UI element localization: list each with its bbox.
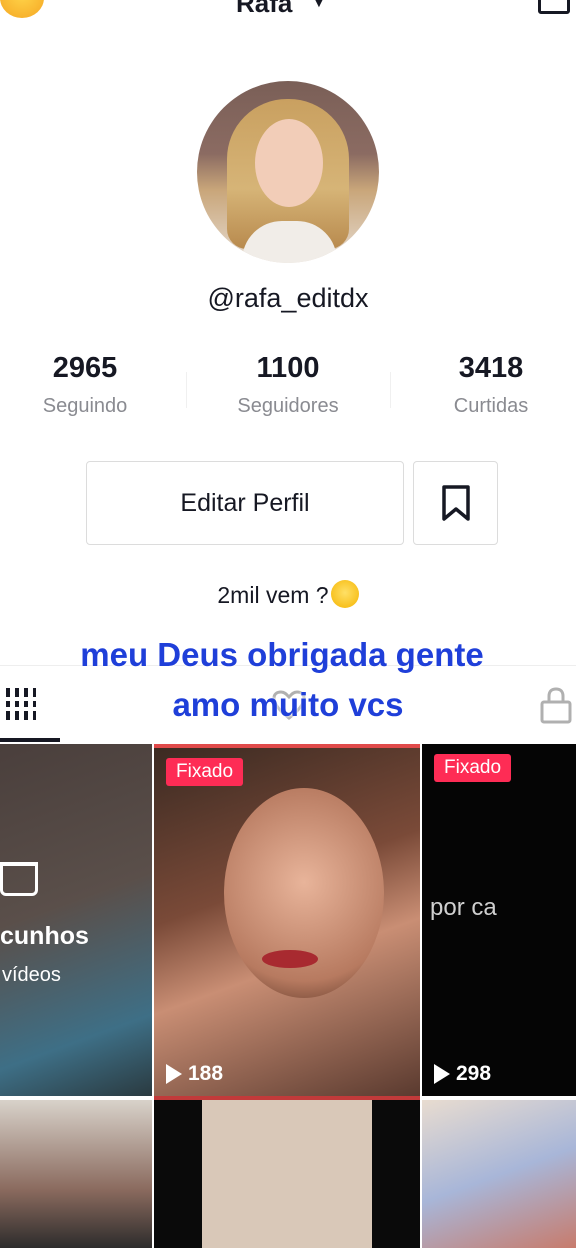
chevron-down-icon[interactable]: ▼ (312, 0, 326, 10)
top-bar: Rafa ▼ (0, 0, 576, 22)
drafts-title: cunhos (0, 922, 89, 950)
stat-likes[interactable]: 3418 Curtidas (411, 352, 571, 418)
video-thumbnail-detail (262, 950, 318, 968)
stat-followers-value: 1100 (256, 352, 320, 384)
view-count-value: 188 (188, 1062, 224, 1085)
video-tile[interactable]: Fixado 188 (154, 744, 420, 1100)
stat-divider (390, 372, 391, 408)
bio: 2mil vem ? (0, 580, 576, 609)
play-icon (434, 1064, 450, 1084)
video-tile[interactable] (154, 1100, 420, 1248)
drafts-tile[interactable]: cunhos vídeos (0, 744, 152, 1096)
stat-following-value: 2965 (52, 352, 118, 384)
edit-profile-button[interactable]: Editar Perfil (86, 461, 404, 545)
play-icon (166, 1064, 182, 1084)
stat-followers-label: Seguidores (237, 395, 339, 417)
video-overlay-text: por ca (430, 894, 497, 921)
overlay-caption-line1: meu Deus obrigada gente (80, 636, 484, 673)
pinned-badge: Fixado (434, 754, 512, 782)
stat-following[interactable]: 2965 Seguindo (5, 352, 165, 418)
avatar-face (255, 119, 323, 207)
tab-active-indicator (0, 738, 60, 742)
view-count-value: 298 (456, 1062, 492, 1085)
video-tile[interactable] (422, 1100, 576, 1248)
pinned-badge: Fixado (166, 758, 244, 786)
smile-emoji-icon (330, 580, 359, 608)
stat-divider (186, 372, 187, 408)
overlay-caption-line2: amo muito vcs (172, 686, 404, 723)
video-tile[interactable]: Fixado por ca 298 (422, 744, 576, 1096)
menu-icon[interactable] (538, 0, 570, 14)
video-tile[interactable] (0, 1100, 152, 1248)
username: @rafa_editdx (207, 283, 369, 313)
favorites-button[interactable] (413, 461, 498, 545)
stat-followers[interactable]: 1100 Seguidores (208, 352, 368, 418)
bookmark-icon (441, 485, 470, 521)
stat-likes-value: 3418 (458, 352, 524, 384)
view-count: 298 (434, 1062, 491, 1086)
stat-likes-label: Curtidas (453, 395, 529, 417)
drafts-icon (0, 862, 38, 896)
drafts-subtitle: vídeos (2, 964, 61, 986)
bio-text: 2mil vem ? (217, 582, 329, 608)
profile-title[interactable]: Rafa (236, 0, 292, 19)
avatar[interactable] (197, 81, 379, 263)
smile-emoji-icon[interactable] (0, 0, 44, 18)
stat-following-label: Seguindo (42, 395, 128, 417)
view-count: 188 (166, 1062, 223, 1086)
